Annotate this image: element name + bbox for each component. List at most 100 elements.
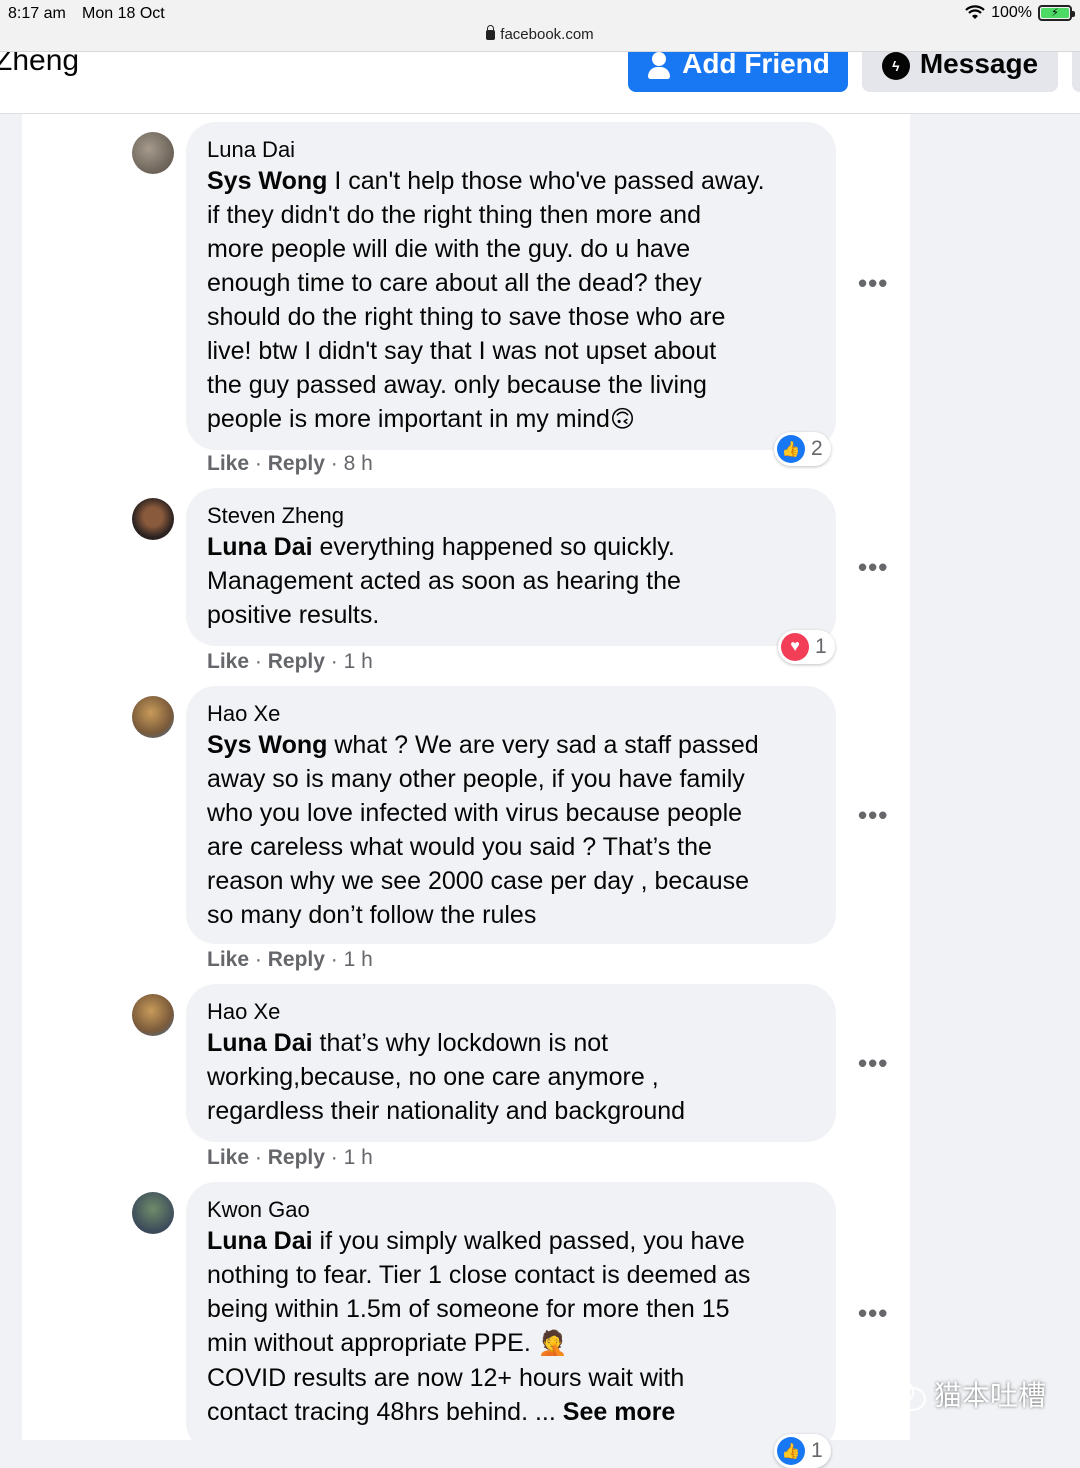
comment-line: away so is many other people, if you hav… (207, 765, 745, 793)
heart-icon: ♥ (781, 633, 809, 661)
comment-line: so many don’t follow the rules (207, 901, 537, 929)
comment-line: nothing to fear. Tier 1 close contact is… (207, 1261, 751, 1289)
status-time: 8:17 am (8, 5, 66, 22)
more-options-icon[interactable]: ••• (858, 1048, 888, 1079)
comment-line: min without appropriate PPE. (207, 1329, 538, 1357)
message-label: Message (919, 52, 1039, 79)
more-options-icon[interactable]: ••• (858, 552, 888, 583)
separator: · (330, 452, 338, 475)
reply-link[interactable]: Reply (268, 1146, 325, 1169)
mention-link[interactable]: Luna Dai (207, 533, 313, 561)
comment-line: more people will die with the guy. do u … (207, 235, 691, 263)
comment-line: regardless their nationality and backgro… (207, 1097, 686, 1125)
like-link[interactable]: Like (207, 650, 249, 673)
reply-link[interactable]: Reply (268, 452, 325, 475)
separator: · (330, 650, 338, 673)
separator: · (254, 1146, 262, 1169)
comments-section: Luna Dai Sys Wong I can't help those who… (22, 114, 910, 1468)
avatar[interactable] (132, 696, 174, 738)
comment-author[interactable]: Kwon Gao (207, 1196, 814, 1224)
wifi-icon (965, 5, 985, 19)
profile-header: Zheng Add Friend ϟ Message (0, 52, 1080, 114)
comment-line: contact tracing 48hrs behind. ... (207, 1398, 563, 1426)
comment-author[interactable]: Luna Dai (207, 136, 814, 164)
reply-link[interactable]: Reply (268, 650, 325, 673)
avatar[interactable] (132, 1192, 174, 1234)
comment-text: Sys Wong I can't help those who've passe… (207, 164, 814, 437)
more-options-icon[interactable]: ••• (858, 1298, 888, 1329)
reaction-count: 1 (811, 1439, 823, 1462)
status-date: Mon 18 Oct (82, 5, 165, 22)
comment-actions: Like · Reply · 1 h (207, 650, 373, 674)
wechat-icon (884, 1377, 926, 1411)
separator: · (254, 948, 262, 971)
more-options-icon[interactable]: ••• (858, 268, 888, 299)
separator: · (254, 452, 262, 475)
reaction-count: 1 (815, 635, 827, 658)
mention-link[interactable]: Luna Dai (207, 1227, 313, 1255)
see-more-link[interactable]: See more (563, 1398, 676, 1426)
add-friend-button[interactable]: Add Friend (628, 52, 848, 92)
reaction-summary[interactable]: 👍 1 (774, 1434, 831, 1468)
message-button[interactable]: ϟ Message (862, 52, 1058, 92)
facepalm-emoji: 🤦 (537, 1330, 568, 1357)
comment-line: what ? We are very sad a staff passed (327, 731, 759, 759)
mention-link[interactable]: Luna Dai (207, 1029, 313, 1057)
comment-actions: Like · Reply · 1 h (207, 948, 373, 972)
mention-link[interactable]: Sys Wong (207, 731, 327, 759)
like-link[interactable]: Like (207, 948, 249, 971)
comment-line: enough time to care about all the dead? … (207, 269, 702, 297)
add-person-icon (646, 52, 672, 80)
url-text: facebook.com (500, 26, 594, 43)
comment-line: should do the right thing to save those … (207, 303, 726, 331)
comment-line: the guy passed away. only because the li… (207, 371, 707, 399)
add-friend-label: Add Friend (682, 52, 830, 79)
comment-line: Management acted as soon as hearing the (207, 567, 681, 595)
avatar[interactable] (132, 132, 174, 174)
watermark: 猫本吐槽 (884, 1374, 1046, 1414)
comment-author[interactable]: Steven Zheng (207, 502, 814, 530)
battery-percent: 100% (991, 4, 1032, 21)
like-link[interactable]: Like (207, 1146, 249, 1169)
page-background (910, 114, 1080, 1440)
battery-icon: ⚡ (1038, 5, 1075, 21)
messenger-icon: ϟ (881, 52, 910, 80)
upside-down-face-emoji: 🙃 (609, 406, 635, 433)
comment-bubble: Hao Xe Luna Dai that’s why lockdown is n… (186, 984, 836, 1142)
more-options-icon[interactable]: ••• (858, 800, 888, 831)
avatar[interactable] (132, 498, 174, 540)
comment-time[interactable]: 1 h (344, 948, 373, 971)
comment-line: positive results. (207, 601, 380, 629)
comment-time[interactable]: 8 h (344, 452, 373, 475)
more-options-button[interactable] (1072, 52, 1080, 92)
comment-line: being within 1.5m of someone for more th… (207, 1295, 730, 1323)
avatar[interactable] (132, 994, 174, 1036)
comment-line: if you simply walked passed, you have (312, 1227, 745, 1255)
comment-actions: Like · Reply · 8 h (207, 452, 373, 476)
url-bar[interactable]: facebook.com (0, 25, 1080, 43)
separator: · (254, 650, 262, 673)
comment-bubble: Steven Zheng Luna Dai everything happene… (186, 488, 836, 646)
status-indicators: 100% ⚡ (965, 4, 1075, 22)
profile-name: Zheng (0, 52, 80, 77)
comment-line: are careless what would you said ? That’… (207, 833, 712, 861)
reaction-summary[interactable]: ♥ 1 (778, 630, 835, 664)
comment-line: people is more important in my mind (207, 405, 610, 433)
like-link[interactable]: Like (207, 452, 249, 475)
mention-link[interactable]: Sys Wong (207, 167, 327, 195)
comment-bubble: Luna Dai Sys Wong I can't help those who… (186, 122, 836, 450)
comment-bubble: Hao Xe Sys Wong what ? We are very sad a… (186, 686, 836, 944)
comment-line: COVID results are now 12+ hours wait wit… (207, 1364, 685, 1392)
comment-actions: Like · Reply · 1 h (207, 1146, 373, 1170)
comment-time[interactable]: 1 h (344, 650, 373, 673)
comment-bubble: Kwon Gao Luna Dai if you simply walked p… (186, 1182, 836, 1452)
comment-author[interactable]: Hao Xe (207, 700, 814, 728)
lock-icon (486, 25, 496, 40)
comment-line: everything happened so quickly. (312, 533, 675, 561)
comment-text: Luna Dai if you simply walked passed, yo… (207, 1224, 814, 1429)
comment-time[interactable]: 1 h (344, 1146, 373, 1169)
reaction-summary[interactable]: 👍 2 (774, 432, 831, 466)
comment-line: reason why we see 2000 case per day , be… (207, 867, 750, 895)
reply-link[interactable]: Reply (268, 948, 325, 971)
comment-author[interactable]: Hao Xe (207, 998, 814, 1026)
